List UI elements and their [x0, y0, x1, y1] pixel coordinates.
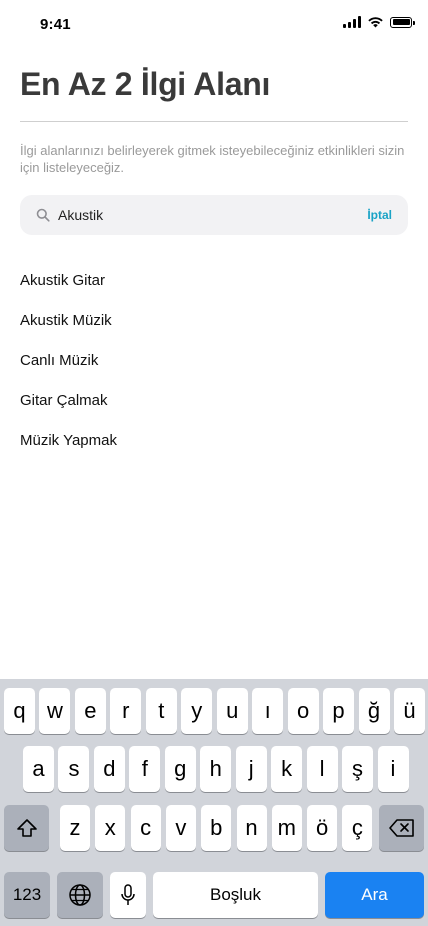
- key-n[interactable]: n: [236, 805, 267, 851]
- divider: [20, 121, 408, 122]
- key-e[interactable]: e: [74, 688, 106, 734]
- key-u[interactable]: u: [216, 688, 248, 734]
- wifi-icon: [368, 17, 383, 28]
- key-ü[interactable]: ü: [393, 688, 425, 734]
- delete-key[interactable]: [379, 805, 424, 851]
- microphone-icon: [121, 884, 135, 905]
- key-j[interactable]: j: [235, 746, 267, 792]
- search-input[interactable]: [58, 207, 368, 223]
- key-d[interactable]: d: [93, 746, 125, 792]
- key-ı[interactable]: ı: [252, 688, 284, 734]
- key-w[interactable]: w: [39, 688, 71, 734]
- key-v[interactable]: v: [165, 805, 196, 851]
- status-icons: [343, 16, 415, 28]
- space-key[interactable]: Boşluk: [153, 872, 318, 918]
- key-s[interactable]: s: [58, 746, 90, 792]
- keyboard-row-1: qwertyuıopğü: [0, 688, 428, 734]
- key-ş[interactable]: ş: [342, 746, 374, 792]
- key-ö[interactable]: ö: [307, 805, 338, 851]
- key-g[interactable]: g: [164, 746, 196, 792]
- key-y[interactable]: y: [181, 688, 213, 734]
- key-c[interactable]: c: [130, 805, 161, 851]
- key-b[interactable]: b: [201, 805, 232, 851]
- results-list: Akustik Gitar Akustik Müzik Canlı Müzik …: [20, 260, 408, 460]
- search-action-key[interactable]: Ara: [325, 872, 424, 918]
- microphone-key[interactable]: [110, 872, 146, 918]
- list-item[interactable]: Akustik Gitar: [20, 260, 408, 300]
- key-h[interactable]: h: [200, 746, 232, 792]
- list-item[interactable]: Canlı Müzik: [20, 340, 408, 380]
- key-x[interactable]: x: [95, 805, 126, 851]
- cellular-signal-icon: [343, 16, 361, 28]
- keyboard-row-3-letters: zxcvbnmöç: [0, 805, 428, 851]
- key-l[interactable]: l: [306, 746, 338, 792]
- list-item[interactable]: Akustik Müzik: [20, 300, 408, 340]
- key-m[interactable]: m: [271, 805, 302, 851]
- key-o[interactable]: o: [287, 688, 319, 734]
- key-f[interactable]: f: [129, 746, 161, 792]
- keyboard-row-4: 123 Boşluk Ara: [0, 872, 428, 918]
- search-bar: İptal: [20, 195, 408, 235]
- page-description: İlgi alanlarınızı belirleyerek gitmek is…: [20, 143, 405, 175]
- key-ç[interactable]: ç: [342, 805, 373, 851]
- cancel-button[interactable]: İptal: [367, 208, 392, 222]
- key-p[interactable]: p: [323, 688, 355, 734]
- key-ğ[interactable]: ğ: [358, 688, 390, 734]
- key-k[interactable]: k: [271, 746, 303, 792]
- delete-icon: [388, 819, 414, 837]
- key-a[interactable]: a: [23, 746, 54, 792]
- key-t[interactable]: t: [145, 688, 177, 734]
- key-i[interactable]: i: [377, 746, 409, 792]
- battery-icon: [390, 16, 415, 28]
- status-time: 9:41: [40, 16, 71, 33]
- keyboard-row-2: asdfghjklşi: [0, 746, 428, 792]
- key-z[interactable]: z: [60, 805, 90, 851]
- globe-icon: [69, 884, 91, 906]
- keyboard-row-3: zxcvbnmöç: [0, 805, 428, 851]
- globe-key[interactable]: [57, 872, 103, 918]
- keyboard: qwertyuıopğü asdfghjklşi zxcvbnmöç 123 B…: [0, 679, 428, 926]
- search-icon: [36, 208, 50, 222]
- numbers-key[interactable]: 123: [4, 872, 50, 918]
- status-bar: 9:41: [0, 0, 428, 50]
- page-title: En Az 2 İlgi Alanı: [20, 66, 271, 102]
- key-r[interactable]: r: [110, 688, 142, 734]
- list-item[interactable]: Müzik Yapmak: [20, 420, 408, 460]
- list-item[interactable]: Gitar Çalmak: [20, 380, 408, 420]
- key-q[interactable]: q: [4, 688, 35, 734]
